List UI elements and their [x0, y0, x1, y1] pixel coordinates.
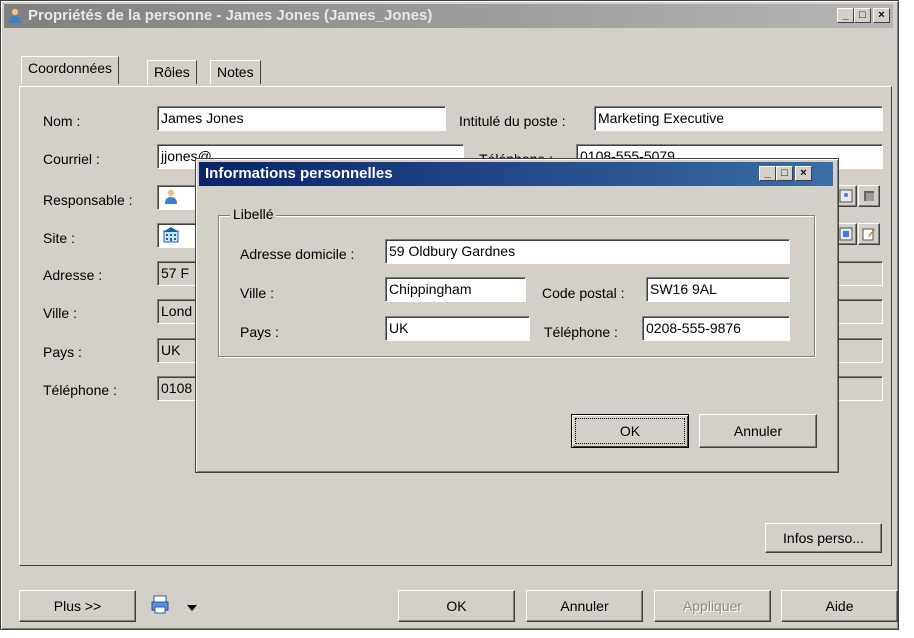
person-icon [8, 8, 22, 24]
adresse-domicile-field[interactable]: 59 Oldbury Gardnes [385, 239, 790, 264]
infos-perso-button[interactable]: Infos perso... [765, 523, 882, 553]
tab-coordonnees[interactable]: Coordonnées [21, 56, 120, 84]
telephone-label: Téléphone : [43, 382, 117, 398]
ville-label: Ville : [43, 305, 77, 321]
code-postal-field[interactable]: SW16 9AL [646, 277, 790, 302]
intitule-field[interactable]: Marketing Executive [594, 106, 883, 131]
window-title: Propriétés de la personne - James Jones … [28, 7, 433, 24]
dialog-telephone-label: Téléphone : [544, 324, 618, 340]
dialog-ville-field[interactable]: Chippingham [385, 277, 526, 302]
dialog-title-bar[interactable]: Informations personnelles _ □ × [199, 162, 833, 186]
chevron-down-icon[interactable] [187, 600, 197, 615]
plus-button[interactable]: Plus >> [19, 590, 136, 622]
responsable-select-icon[interactable] [858, 185, 880, 207]
adresse-label: Adresse : [43, 267, 103, 283]
ok-button[interactable]: OK [398, 590, 515, 622]
tab-notes[interactable]: Notes [210, 60, 261, 84]
appliquer-button[interactable]: Appliquer [654, 590, 771, 622]
responsable-label: Responsable : [43, 192, 133, 208]
close-button[interactable]: × [873, 8, 890, 23]
annuler-button[interactable]: Annuler [526, 590, 643, 622]
site-edit-icon[interactable] [858, 223, 880, 245]
dialog-minimize-button[interactable]: _ [759, 166, 776, 181]
building-icon [163, 227, 179, 247]
tab-roles[interactable]: Rôles [147, 60, 197, 84]
pays-label: Pays : [43, 344, 82, 360]
dialog-telephone-field[interactable]: 0208-555-9876 [642, 316, 790, 341]
dialog-title: Informations personnelles [205, 165, 393, 182]
libelle-group-label: Libellé [230, 206, 277, 222]
site-label: Site : [43, 230, 75, 246]
maximize-button[interactable]: □ [854, 8, 871, 23]
courriel-label: Courriel : [43, 151, 100, 167]
dialog-pays-label: Pays : [240, 324, 279, 340]
dialog-annuler-button[interactable]: Annuler [699, 414, 817, 448]
personal-info-dialog: Informations personnelles _ □ × Libellé … [195, 158, 839, 473]
person-icon [164, 189, 178, 209]
adresse-domicile-label: Adresse domicile : [240, 246, 355, 262]
nom-label: Nom : [43, 113, 81, 129]
main-title-bar[interactable]: Propriétés de la personne - James Jones … [4, 4, 893, 28]
minimize-button[interactable]: _ [837, 8, 854, 23]
print-icon[interactable] [151, 595, 173, 618]
intitule-label: Intitulé du poste : [459, 113, 566, 129]
code-postal-label: Code postal : [542, 285, 625, 301]
dialog-pays-field[interactable]: UK [385, 316, 530, 341]
dialog-ok-button[interactable]: OK [571, 414, 689, 448]
nom-field[interactable]: James Jones [157, 106, 446, 131]
dialog-maximize-button[interactable]: □ [776, 166, 793, 181]
dialog-close-button[interactable]: × [795, 166, 812, 181]
aide-button[interactable]: Aide [781, 590, 898, 622]
dialog-ville-label: Ville : [240, 285, 274, 301]
